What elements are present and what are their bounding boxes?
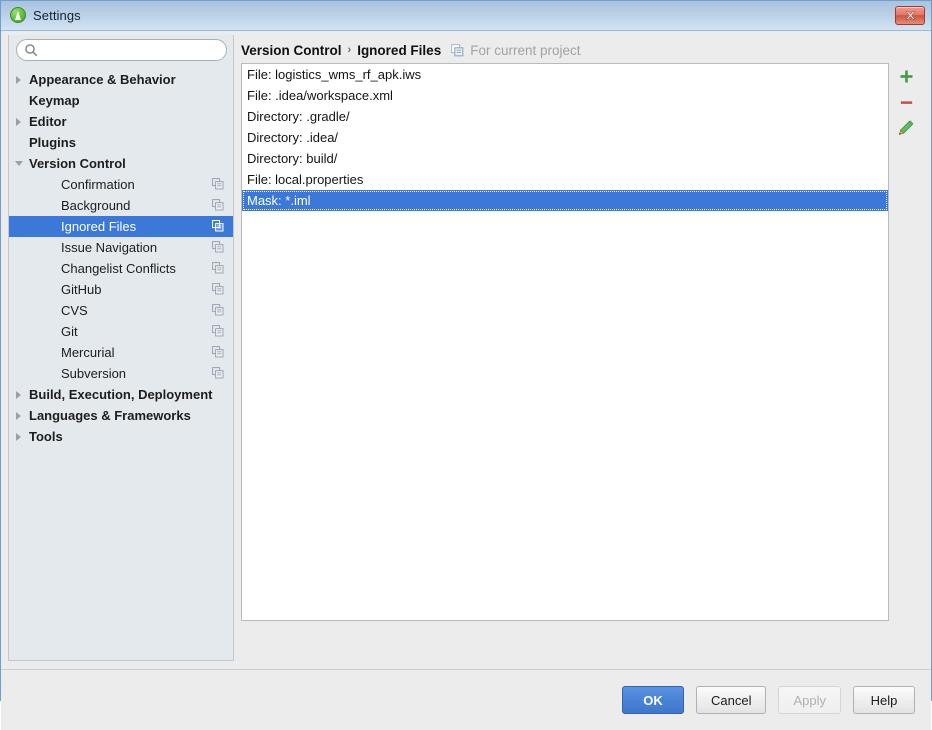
settings-tree: Appearance & Behavior Keymap Editor Plugins… <box>9 69 233 660</box>
sidebar-item-ignored-files[interactable]: Ignored Files <box>9 216 233 237</box>
project-scope-icon <box>212 262 224 277</box>
list-item[interactable]: File: .idea/workspace.xml <box>242 85 888 106</box>
sidebar-item-label: Subversion <box>61 366 127 381</box>
project-scope-icon <box>212 325 224 340</box>
apply-button: Apply <box>778 686 841 714</box>
search-input[interactable] <box>16 39 227 61</box>
search-box <box>16 39 227 61</box>
sidebar-item-label: Git <box>61 324 78 339</box>
sidebar-item-label: GitHub <box>61 282 102 297</box>
sidebar-item-cvs[interactable]: CVS <box>9 300 233 321</box>
project-scope-icon <box>212 178 224 193</box>
chevron-right-icon[interactable] <box>16 433 21 441</box>
chevron-right-icon[interactable] <box>16 118 21 126</box>
project-scope-icon <box>212 199 224 214</box>
cancel-button[interactable]: Cancel <box>696 686 767 714</box>
sidebar-item-plugins[interactable]: Plugins <box>9 132 233 153</box>
sidebar-item-keymap[interactable]: Keymap <box>9 90 233 111</box>
sidebar-item-label: Issue Navigation <box>61 240 158 255</box>
project-scope-icon <box>212 283 224 298</box>
list-item[interactable]: Mask: *.iml <box>242 190 888 211</box>
project-scope-icon <box>212 220 224 235</box>
sidebar-item-git[interactable]: Git <box>9 321 233 342</box>
settings-content: Version Control › Ignored Files For curr… <box>241 35 923 661</box>
sidebar-item-build-execution-deployment[interactable]: Build, Execution, Deployment <box>9 384 233 405</box>
sidebar-item-languages-frameworks[interactable]: Languages & Frameworks <box>9 405 233 426</box>
settings-dialog: Settings Appearance & Behavior Keymap Edit… <box>0 0 932 730</box>
sidebar-item-version-control[interactable]: Version Control <box>9 153 233 174</box>
project-scope-icon <box>212 346 224 361</box>
list-item[interactable]: Directory: .gradle/ <box>242 106 888 127</box>
dialog-buttons: OK Cancel Apply Help <box>622 686 915 714</box>
sidebar-item-label: Tools <box>29 429 63 444</box>
sidebar-item-label: CVS <box>61 303 88 318</box>
chevron-right-icon[interactable] <box>16 76 21 84</box>
sidebar-item-label: Background <box>61 198 131 213</box>
sidebar-item-label: Keymap <box>29 93 80 108</box>
title-bar-left: Settings <box>10 7 81 23</box>
help-button[interactable]: Help <box>853 686 915 714</box>
sidebar-item-label: Version Control <box>29 156 126 171</box>
project-scope-icon <box>212 241 224 256</box>
dialog-footer: OK Cancel Apply Help <box>1 670 931 730</box>
sidebar-item-changelist-conflicts[interactable]: Changelist Conflicts <box>9 258 233 279</box>
breadcrumb: Version Control › Ignored Files For curr… <box>241 40 581 60</box>
window-title: Settings <box>33 7 81 23</box>
sidebar-item-label: Changelist Conflicts <box>61 261 176 276</box>
sidebar-item-subversion[interactable]: Subversion <box>9 363 233 384</box>
sidebar-item-label: Build, Execution, Deployment <box>29 387 213 402</box>
sidebar-item-label: Plugins <box>29 135 76 150</box>
chevron-right-icon[interactable] <box>16 412 21 420</box>
project-scope-icon <box>212 367 224 382</box>
sidebar-item-label: Languages & Frameworks <box>29 408 191 423</box>
sidebar-item-label: Mercurial <box>61 345 115 360</box>
list-item[interactable]: File: local.properties <box>242 169 888 190</box>
sidebar-item-issue-navigation[interactable]: Issue Navigation <box>9 237 233 258</box>
title-bar: Settings <box>1 1 931 31</box>
sidebar-item-background[interactable]: Background <box>9 195 233 216</box>
sidebar-item-confirmation[interactable]: Confirmation <box>9 174 233 195</box>
chevron-right-icon[interactable] <box>16 391 21 399</box>
sidebar-item-label: Confirmation <box>61 177 135 192</box>
list-toolbar <box>891 63 925 621</box>
list-item[interactable]: Directory: build/ <box>242 148 888 169</box>
list-item[interactable]: File: logistics_wms_rf_apk.iws <box>242 64 888 85</box>
sidebar-item-github[interactable]: GitHub <box>9 279 233 300</box>
sidebar-item-label: Editor <box>29 114 67 129</box>
android-studio-icon <box>10 7 26 23</box>
edit-button[interactable] <box>891 115 921 141</box>
settings-sidebar: Appearance & Behavior Keymap Editor Plugins… <box>8 35 234 661</box>
sidebar-item-label: Appearance & Behavior <box>29 72 176 87</box>
breadcrumb-scope-note: For current project <box>470 42 581 58</box>
chevron-down-icon[interactable] <box>15 161 23 166</box>
sidebar-item-appearance-behavior[interactable]: Appearance & Behavior <box>9 69 233 90</box>
breadcrumb-separator: › <box>347 44 352 56</box>
close-icon[interactable] <box>895 6 925 25</box>
dialog-body: Appearance & Behavior Keymap Editor Plugins… <box>1 31 931 730</box>
sidebar-item-editor[interactable]: Editor <box>9 111 233 132</box>
sidebar-item-tools[interactable]: Tools <box>9 426 233 447</box>
project-scope-icon <box>212 304 224 319</box>
sidebar-item-mercurial[interactable]: Mercurial <box>9 342 233 363</box>
ignored-files-list[interactable]: File: logistics_wms_rf_apk.iws File: .ide… <box>241 63 889 621</box>
add-button[interactable] <box>891 63 921 89</box>
breadcrumb-parent[interactable]: Version Control <box>241 43 342 58</box>
breadcrumb-current: Ignored Files <box>357 42 442 58</box>
list-item[interactable]: Directory: .idea/ <box>242 127 888 148</box>
remove-button[interactable] <box>891 89 921 115</box>
project-scope-icon <box>451 43 464 57</box>
sidebar-item-label: Ignored Files <box>61 219 137 234</box>
ok-button[interactable]: OK <box>622 686 684 714</box>
